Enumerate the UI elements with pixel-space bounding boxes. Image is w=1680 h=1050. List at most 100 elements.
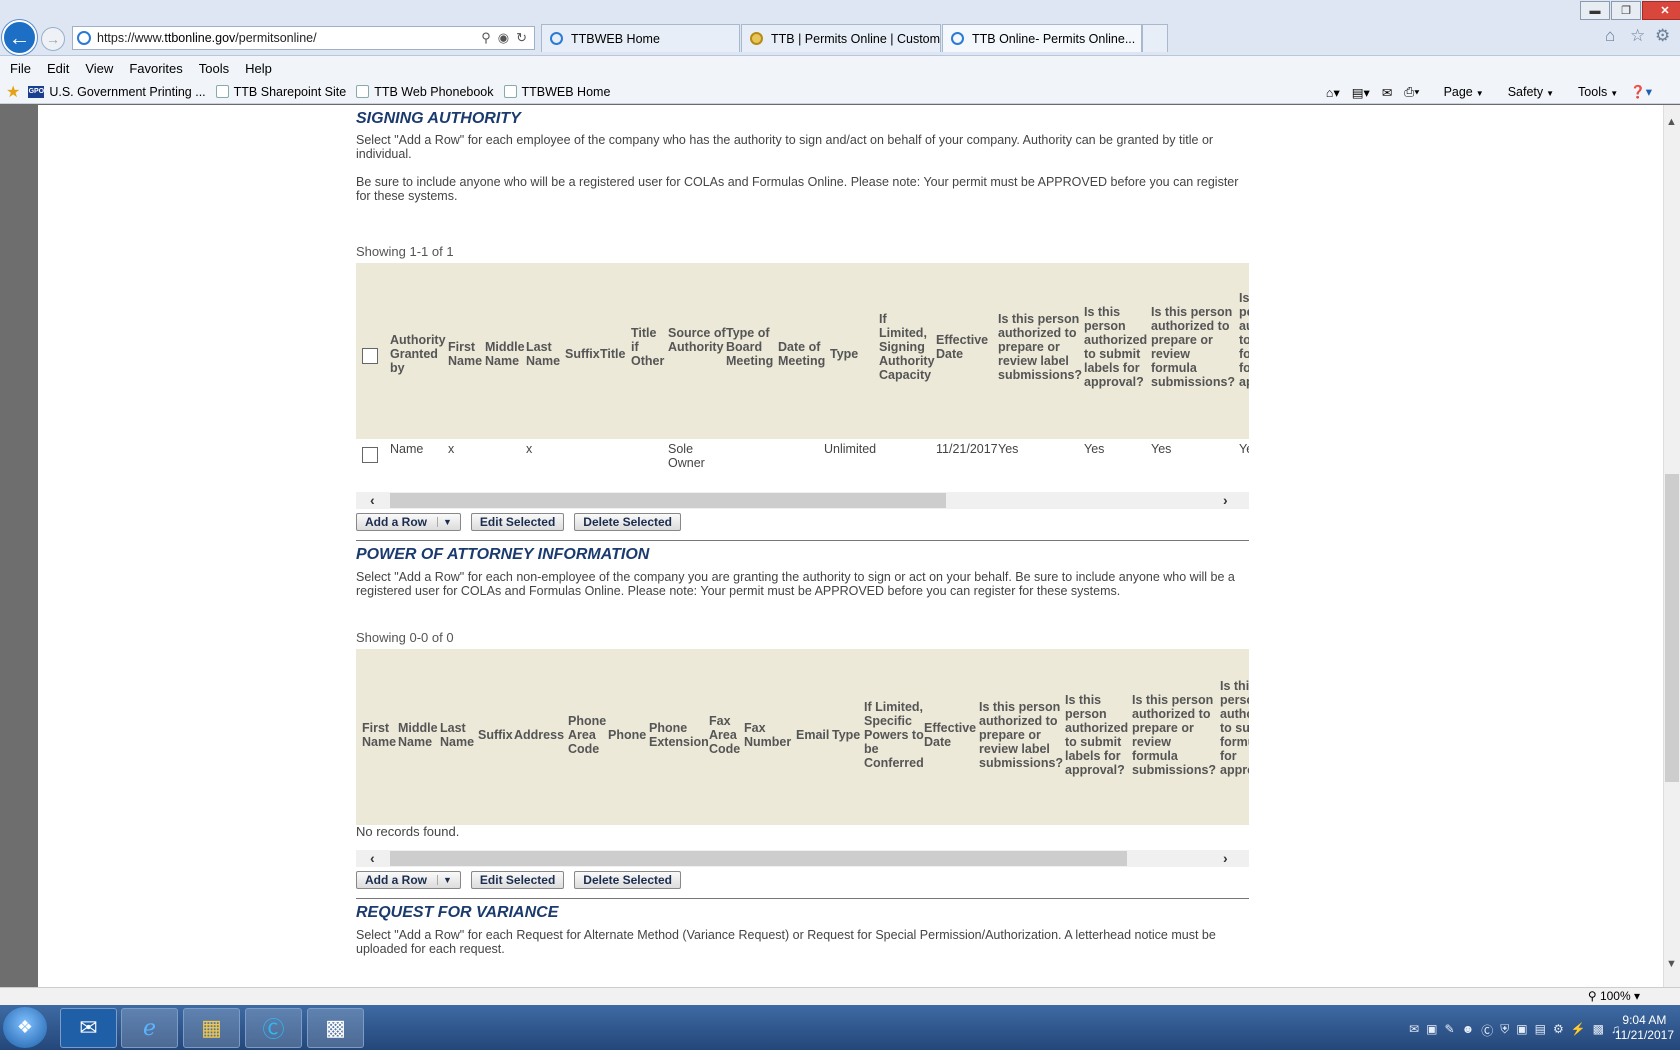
col-formula-prepare[interactable]: Is this person authorized to prepare or … xyxy=(1151,305,1239,389)
help-icon[interactable]: ❓▾ xyxy=(1630,84,1652,100)
start-button[interactable]: ❖ xyxy=(3,1007,47,1048)
scroll-left-icon[interactable]: ‹ xyxy=(370,850,375,866)
home-icon[interactable]: ⌂ xyxy=(1605,26,1615,46)
favorites-star-icon[interactable]: ★ xyxy=(6,82,20,102)
col-suffix[interactable]: Suffix xyxy=(565,347,603,361)
col-title[interactable]: Title xyxy=(600,347,630,361)
lock-icon[interactable]: ◉ xyxy=(498,30,509,46)
forward-button[interactable]: → xyxy=(41,27,65,51)
scroll-up-icon[interactable]: ▲ xyxy=(1663,116,1680,133)
pen-tray-icon[interactable]: ✎ xyxy=(1445,1022,1455,1039)
poa-add-row-button[interactable]: Add a Row ▼ xyxy=(356,871,461,889)
col-formula-submit[interactable]: Is this person authorized to submit form… xyxy=(1220,679,1249,777)
safety-menu[interactable]: Safety ▼ xyxy=(1496,85,1554,99)
col-effective-date[interactable]: Effective Date xyxy=(936,333,996,361)
col-formula-prepare[interactable]: Is this person authorized to prepare or … xyxy=(1132,693,1220,777)
col-authority-granted-by[interactable]: Authority Granted by xyxy=(390,333,448,375)
address-bar[interactable]: https://www.ttbonline.gov/permitsonline/… xyxy=(72,26,535,50)
network-tray-icon[interactable]: ▩ xyxy=(1593,1022,1604,1039)
disk-tray-icon[interactable]: ▤ xyxy=(1535,1022,1546,1039)
new-tab-button[interactable] xyxy=(1142,24,1168,52)
menu-tools[interactable]: Tools xyxy=(199,61,229,76)
col-suffix[interactable]: Suffix xyxy=(478,728,514,742)
col-label-prepare[interactable]: Is this person authorized to prepare or … xyxy=(979,700,1065,770)
col-label-submit[interactable]: Is this person authorized to submit labe… xyxy=(1065,693,1131,777)
col-email[interactable]: Email xyxy=(796,728,832,742)
minimize-button[interactable]: ▬ xyxy=(1580,1,1610,20)
col-fax-area-code[interactable]: Fax Area Code xyxy=(709,714,743,756)
restore-button[interactable]: ❐ xyxy=(1611,1,1641,20)
zoom-level[interactable]: ⚲ 100% ▾ xyxy=(1588,989,1640,1003)
menu-file[interactable]: File xyxy=(10,61,31,76)
col-phone-area-code[interactable]: Phone Area Code xyxy=(568,714,606,756)
col-type-of-board-meeting[interactable]: Type of Board Meeting xyxy=(726,326,778,368)
ie-taskbar-button[interactable]: ℯ xyxy=(121,1008,178,1048)
fav-gpo[interactable]: GPO U.S. Government Printing ... xyxy=(28,85,206,99)
menu-edit[interactable]: Edit xyxy=(47,61,69,76)
print-icon[interactable]: ⎙▾ xyxy=(1404,85,1419,100)
menu-help[interactable]: Help xyxy=(245,61,272,76)
shield-tray-icon[interactable]: ⛨ xyxy=(1500,1022,1509,1039)
tab-ttbweb-home[interactable]: TTBWEB Home xyxy=(541,24,740,52)
menu-favorites[interactable]: Favorites xyxy=(129,61,182,76)
app-taskbar-button[interactable]: ▩ xyxy=(307,1008,364,1048)
address-url[interactable]: https://www.ttbonline.gov/permitsonline/ xyxy=(97,31,481,45)
scroll-left-icon[interactable]: ‹ xyxy=(370,492,375,508)
col-source-of-authority[interactable]: Source of Authority xyxy=(668,326,726,354)
scroll-right-icon[interactable]: › xyxy=(1223,492,1228,508)
col-middle-name[interactable]: Middle Name xyxy=(485,340,527,368)
select-all-checkbox[interactable] xyxy=(362,348,378,364)
col-effective-date[interactable]: Effective Date xyxy=(924,721,980,749)
poa-delete-selected-button[interactable]: Delete Selected xyxy=(574,871,681,889)
scroll-right-icon[interactable]: › xyxy=(1223,850,1228,866)
col-address[interactable]: Address xyxy=(514,728,568,742)
scrollbar-thumb[interactable] xyxy=(390,493,946,508)
col-phone-extension[interactable]: Phone Extension xyxy=(649,721,709,749)
fav-sharepoint[interactable]: TTB Sharepoint Site xyxy=(215,85,346,99)
search-icon[interactable]: ⚲ xyxy=(481,30,491,46)
mail-icon[interactable]: ✉ xyxy=(1382,85,1392,100)
col-formula-submit[interactable]: Is this person authorized to submit form… xyxy=(1239,291,1249,389)
signing-delete-selected-button[interactable]: Delete Selected xyxy=(574,513,681,531)
skype-tray-icon[interactable]: Ⓒ xyxy=(1481,1022,1493,1039)
col-type[interactable]: Type xyxy=(830,347,868,361)
col-phone[interactable]: Phone xyxy=(608,728,648,742)
col-first-name[interactable]: First Name xyxy=(448,340,486,368)
favorites-star-icon[interactable]: ☆ xyxy=(1630,26,1645,46)
col-label-prepare[interactable]: Is this person authorized to prepare or … xyxy=(998,312,1084,382)
explorer-taskbar-button[interactable]: ▦ xyxy=(183,1008,240,1048)
menu-view[interactable]: View xyxy=(85,61,113,76)
col-specific-powers[interactable]: If Limited, Specific Powers to be Confer… xyxy=(864,700,924,770)
fav-ttbweb-home[interactable]: TTBWEB Home xyxy=(503,85,610,99)
back-button[interactable]: ← xyxy=(2,20,37,55)
vertical-scrollbar-thumb[interactable] xyxy=(1665,474,1679,782)
col-label-submit[interactable]: Is this person authorized to submit labe… xyxy=(1084,305,1150,389)
signing-table-row[interactable]: Name x x Sole Owner Unlimited 11/21/2017… xyxy=(356,440,1249,485)
poa-horizontal-scrollbar[interactable]: ‹ › xyxy=(356,850,1249,867)
signing-add-row-button[interactable]: Add a Row ▼ xyxy=(356,513,461,531)
tab-ttb-online-permits[interactable]: TTB Online- Permits Online...✕ xyxy=(942,24,1142,52)
col-title-if-other[interactable]: Title if Other xyxy=(631,326,667,368)
mail-tray-icon[interactable]: ✉ xyxy=(1409,1022,1419,1039)
chevron-down-icon[interactable]: ▼ xyxy=(437,875,452,885)
feeds-icon[interactable]: ▤▾ xyxy=(1352,85,1370,100)
taskbar-clock[interactable]: 9:04 AM 11/21/2017 xyxy=(1615,1013,1674,1043)
col-signing-authority-capacity[interactable]: If Limited, Signing Authority Capacity xyxy=(879,312,937,382)
security-tray-icon[interactable]: ▣ xyxy=(1516,1022,1527,1039)
page-menu[interactable]: Page ▼ xyxy=(1432,85,1484,99)
refresh-icon[interactable]: ↻ xyxy=(516,30,527,46)
col-last-name[interactable]: Last Name xyxy=(440,721,476,749)
fav-phonebook[interactable]: TTB Web Phonebook xyxy=(356,85,494,99)
col-last-name[interactable]: Last Name xyxy=(526,340,564,368)
gear-icon[interactable]: ⚙ xyxy=(1655,26,1670,46)
user-tray-icon[interactable]: ☻ xyxy=(1462,1022,1475,1039)
signing-horizontal-scrollbar[interactable]: ‹ › xyxy=(356,492,1249,509)
col-date-of-meeting[interactable]: Date of Meeting xyxy=(778,340,828,368)
tools-menu[interactable]: Tools ▼ xyxy=(1566,85,1618,99)
col-middle-name[interactable]: Middle Name xyxy=(398,721,440,749)
outlook-taskbar-button[interactable]: ✉ xyxy=(60,1008,117,1048)
home-icon[interactable]: ⌂▾ xyxy=(1326,85,1340,100)
power-tray-icon[interactable]: ⚡ xyxy=(1571,1022,1586,1039)
outlook-tray-icon[interactable]: ▣ xyxy=(1426,1022,1437,1039)
chevron-down-icon[interactable]: ▼ xyxy=(437,517,452,527)
